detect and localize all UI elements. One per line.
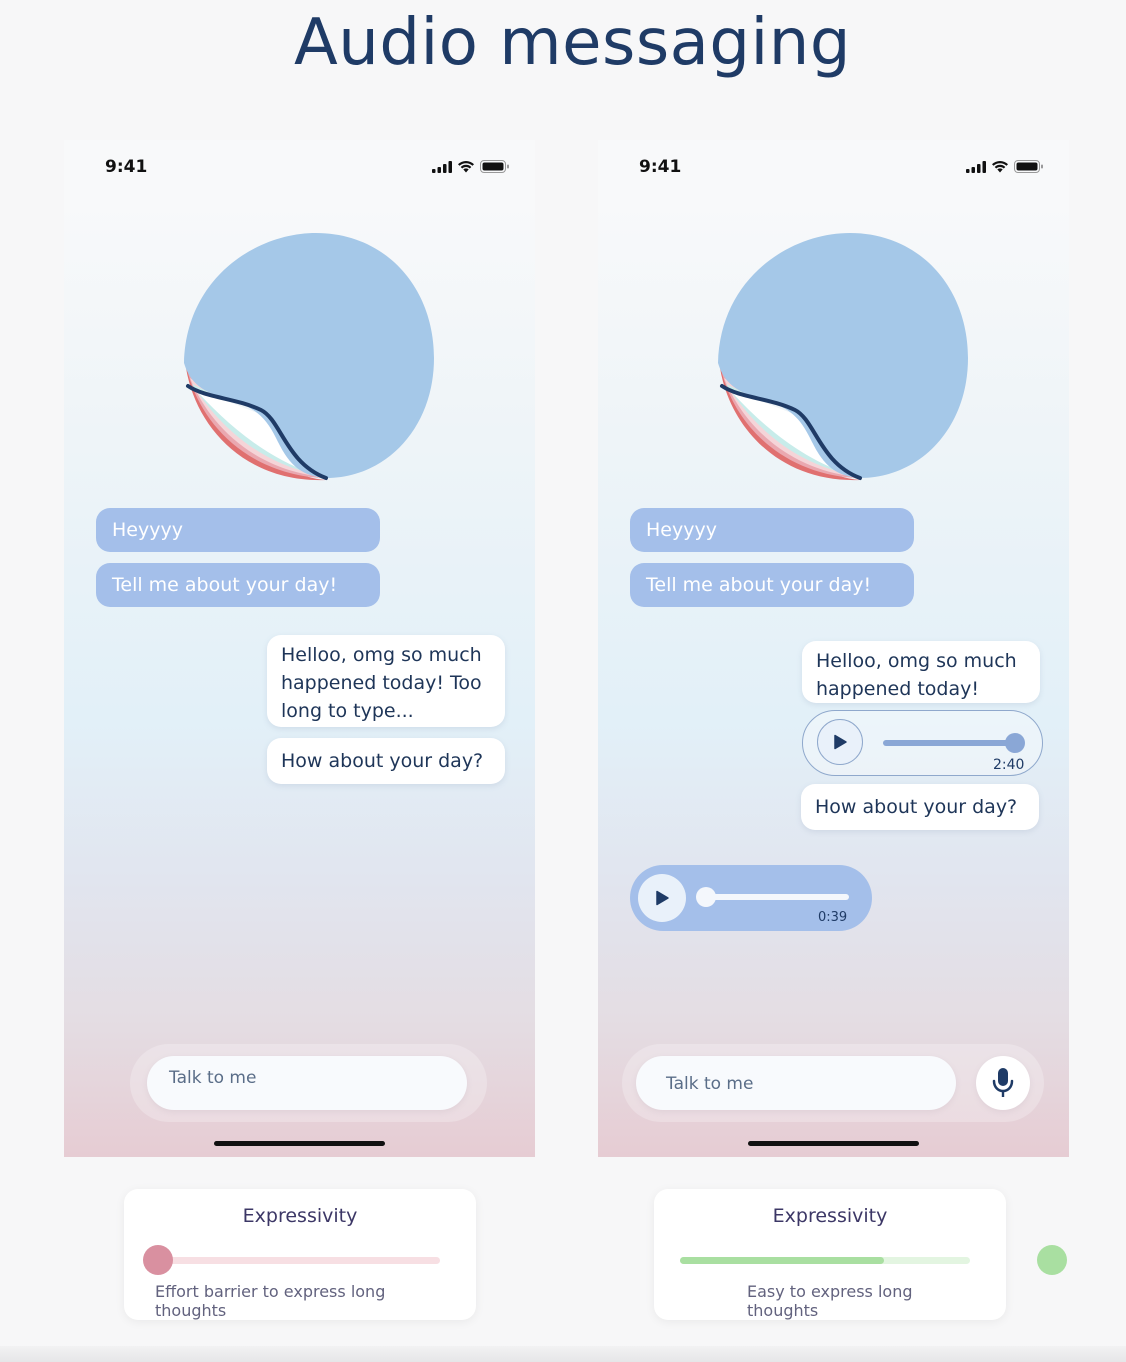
received-message: Heyyyy [630, 508, 914, 552]
received-audio-message: 0:39 [630, 865, 872, 931]
microphone-icon [992, 1068, 1014, 1097]
audio-scrubber[interactable] [1005, 733, 1025, 753]
status-icons [432, 160, 510, 173]
play-icon [656, 890, 669, 906]
card-caption: Effort barrier to express long thoughts [155, 1282, 386, 1320]
sent-message: How about your day? [801, 784, 1039, 830]
slider-fill [680, 1257, 884, 1264]
home-indicator [748, 1141, 919, 1146]
composer: Talk to me [622, 1044, 1044, 1122]
expressivity-slider [143, 1245, 440, 1275]
avatar-blob [718, 233, 968, 481]
audio-track[interactable] [883, 740, 1015, 746]
received-message: Tell me about your day! [96, 563, 380, 607]
wifi-icon [458, 161, 474, 173]
card-caption: Easy to express long thoughts [747, 1282, 913, 1320]
status-time: 9:41 [105, 157, 148, 177]
phone-screen-audio: 9:41 Heyyyy Tell me about your day! Hell… [598, 140, 1069, 1157]
message-input[interactable]: Talk to me [636, 1056, 956, 1110]
sent-message: Helloo, omg so much happened today! Too … [267, 635, 505, 727]
audio-track[interactable] [702, 894, 849, 900]
status-time: 9:41 [639, 157, 682, 177]
play-button[interactable] [817, 719, 863, 765]
signal-icon [966, 160, 986, 173]
slider-track [158, 1257, 440, 1264]
play-icon [834, 734, 847, 750]
avatar-blob [184, 233, 434, 481]
battery-icon [1014, 160, 1043, 173]
page-bottom-edge [0, 1346, 1126, 1362]
phone-screen-text: 9:41 Heyyyy Tell me about your day! Hell… [64, 140, 535, 1157]
audio-duration: 2:40 [993, 757, 1025, 773]
card-title: Expressivity [772, 1205, 888, 1227]
received-message: Heyyyy [96, 508, 380, 552]
audio-duration: 0:39 [818, 910, 848, 925]
signal-icon [432, 160, 452, 173]
message-input[interactable]: Talk to me [147, 1056, 467, 1110]
sent-audio-message: 2:40 [802, 710, 1043, 776]
wifi-icon [992, 161, 1008, 173]
sent-message: Helloo, omg so much happened today! [802, 641, 1040, 703]
received-message: Tell me about your day! [630, 563, 914, 607]
home-indicator [214, 1141, 385, 1146]
battery-icon [480, 160, 509, 173]
play-button[interactable] [638, 874, 686, 922]
slider-knob [143, 1245, 173, 1275]
expressivity-slider [680, 1245, 1067, 1275]
composer: Talk to me [130, 1044, 487, 1122]
slider-knob [1037, 1245, 1067, 1275]
mic-button[interactable] [976, 1056, 1030, 1110]
card-title: Expressivity [242, 1205, 358, 1227]
page-title: Audio messaging [294, 6, 851, 80]
sent-message: How about your day? [267, 738, 505, 784]
expressivity-card-right: Expressivity Easy to express long though… [654, 1189, 1067, 1320]
expressivity-card-left: Expressivity Effort barrier to express l… [124, 1189, 476, 1320]
status-icons [966, 160, 1044, 173]
audio-scrubber[interactable] [696, 887, 716, 907]
